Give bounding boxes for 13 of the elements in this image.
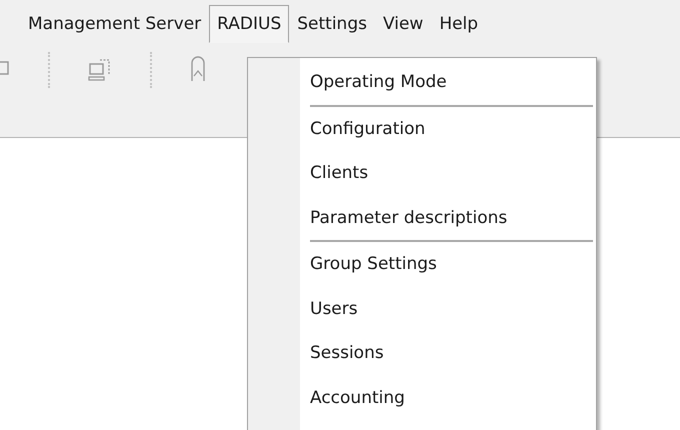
- menu-item[interactable]: Group Settings: [248, 242, 596, 286]
- menu-item[interactable]: Sessions: [248, 331, 596, 376]
- menu-item[interactable]: Help: [431, 5, 486, 43]
- menu-item[interactable]: View: [374, 5, 432, 43]
- menu-item[interactable]: Management Server: [20, 5, 210, 43]
- menu-item[interactable]: Clients: [248, 151, 596, 196]
- menu-item[interactable]: RADIUS: [209, 5, 290, 43]
- menu-item[interactable]: Parameter descriptions: [248, 196, 596, 240]
- menu-item[interactable]: Settings: [289, 5, 375, 43]
- menu-item[interactable]: Accounting: [248, 376, 596, 420]
- menu-item[interactable]: Operating Mode: [248, 60, 596, 104]
- menu-item[interactable]: Users: [248, 286, 596, 331]
- menu-item[interactable]: Configuration: [248, 106, 596, 151]
